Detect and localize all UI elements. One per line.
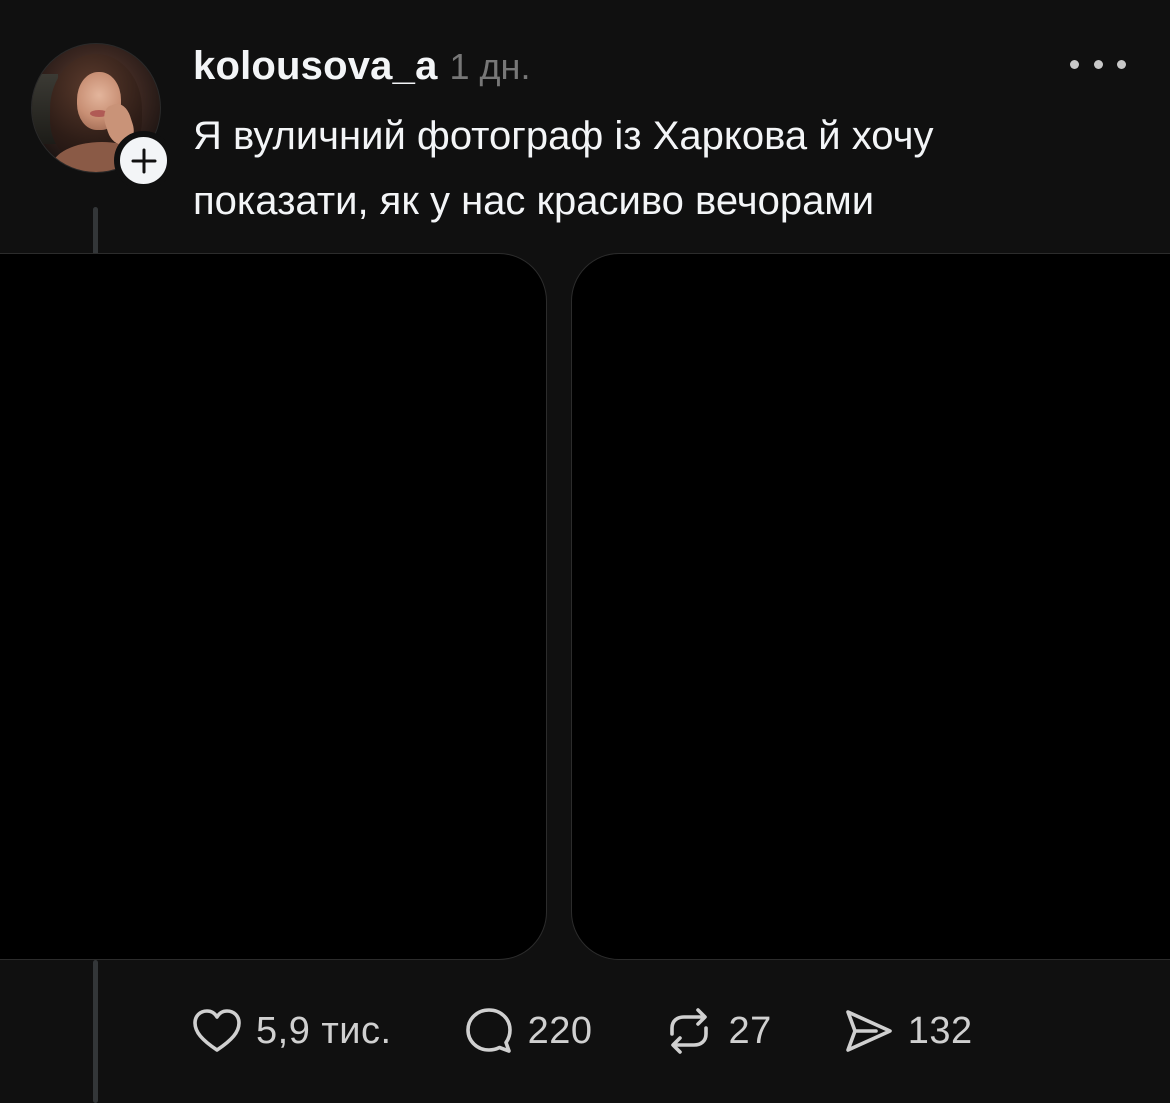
like-count: 5,9 тис. xyxy=(256,1009,392,1052)
username[interactable]: kolousova_a xyxy=(193,44,438,89)
comment-bubble-icon xyxy=(465,1008,512,1053)
follow-button[interactable] xyxy=(114,131,173,190)
thread-line xyxy=(93,207,98,257)
action-bar: 5,9 тис. 220 27 132 xyxy=(190,1000,973,1062)
media-carousel[interactable] xyxy=(0,253,1170,960)
media-item[interactable] xyxy=(0,253,547,960)
post-time: 1 дн. xyxy=(449,46,531,87)
more-horizontal-icon xyxy=(1070,59,1079,69)
post-header: kolousova_a 1 дн. xyxy=(193,44,530,90)
more-horizontal-icon xyxy=(1117,59,1126,69)
comment-count: 220 xyxy=(527,1009,593,1052)
repost-button[interactable]: 27 xyxy=(662,1000,771,1062)
more-horizontal-icon xyxy=(1093,59,1103,69)
share-count: 132 xyxy=(907,1009,973,1052)
plus-icon xyxy=(131,148,156,173)
post-caption: Я вуличний фотограф із Харкова й хочу по… xyxy=(193,114,934,223)
heart-icon xyxy=(193,1009,241,1052)
share-button[interactable]: 132 xyxy=(842,1000,973,1062)
thread-post: kolousova_a 1 дн. Я вуличний фотограф із… xyxy=(0,0,1170,1103)
like-button[interactable]: 5,9 тис. xyxy=(190,1000,392,1062)
repost-icon xyxy=(670,1008,709,1054)
send-icon xyxy=(845,1010,892,1052)
media-item[interactable] xyxy=(571,253,1170,960)
comment-button[interactable]: 220 xyxy=(462,1000,593,1062)
thread-line xyxy=(93,960,98,1103)
more-options-button[interactable] xyxy=(1070,50,1126,78)
repost-count: 27 xyxy=(728,1009,772,1052)
